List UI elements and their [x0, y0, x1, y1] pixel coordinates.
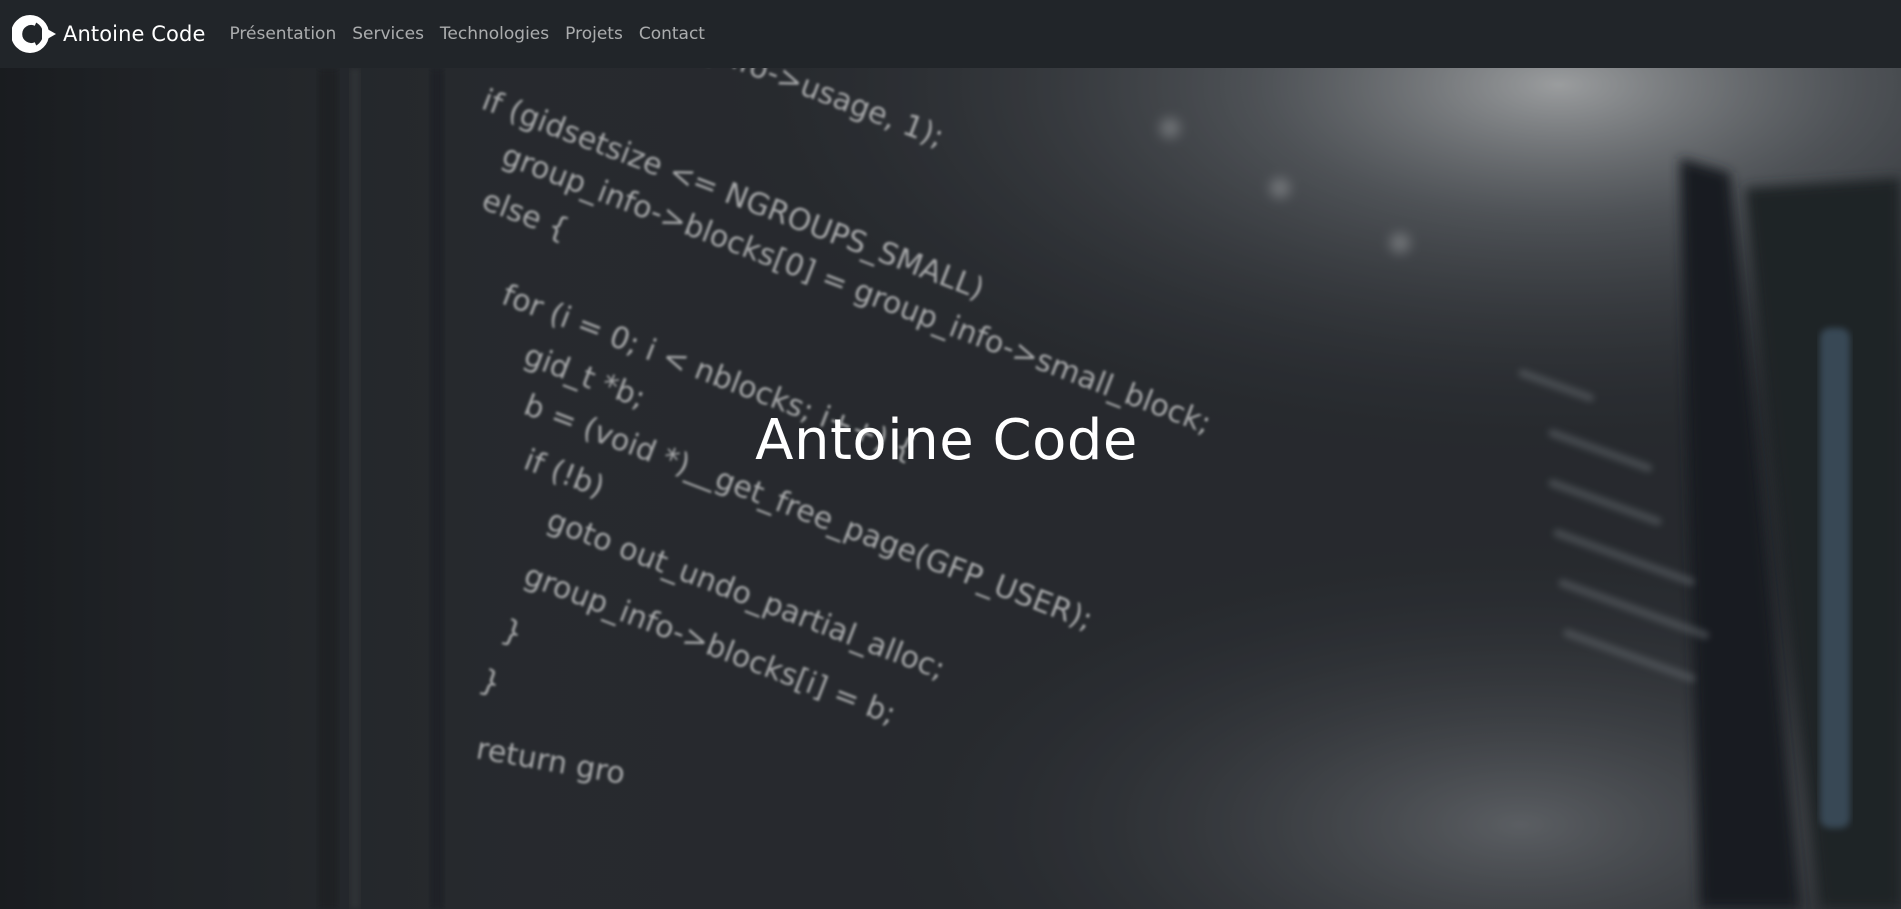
hero-section: p_info->usage, 1); if (gidsetsize <= NGR… — [0, 68, 1901, 909]
brand-link[interactable]: Antoine Code — [12, 14, 205, 54]
nav-link-services[interactable]: Services — [352, 24, 424, 44]
nav-link-technologies[interactable]: Technologies — [440, 24, 549, 44]
nav-link-presentation[interactable]: Présentation — [229, 24, 336, 44]
nav-menu: Présentation Services Technologies Proje… — [229, 24, 721, 44]
nav-link-projets[interactable]: Projets — [565, 24, 623, 44]
hero-background-image: p_info->usage, 1); if (gidsetsize <= NGR… — [0, 68, 1901, 909]
brand-name: Antoine Code — [63, 22, 206, 46]
ac-logo-icon — [12, 15, 56, 53]
hero-title: Antoine Code — [755, 408, 1138, 473]
nav-link-contact[interactable]: Contact — [639, 24, 705, 44]
top-navbar: Antoine Code Présentation Services Techn… — [0, 0, 1901, 68]
